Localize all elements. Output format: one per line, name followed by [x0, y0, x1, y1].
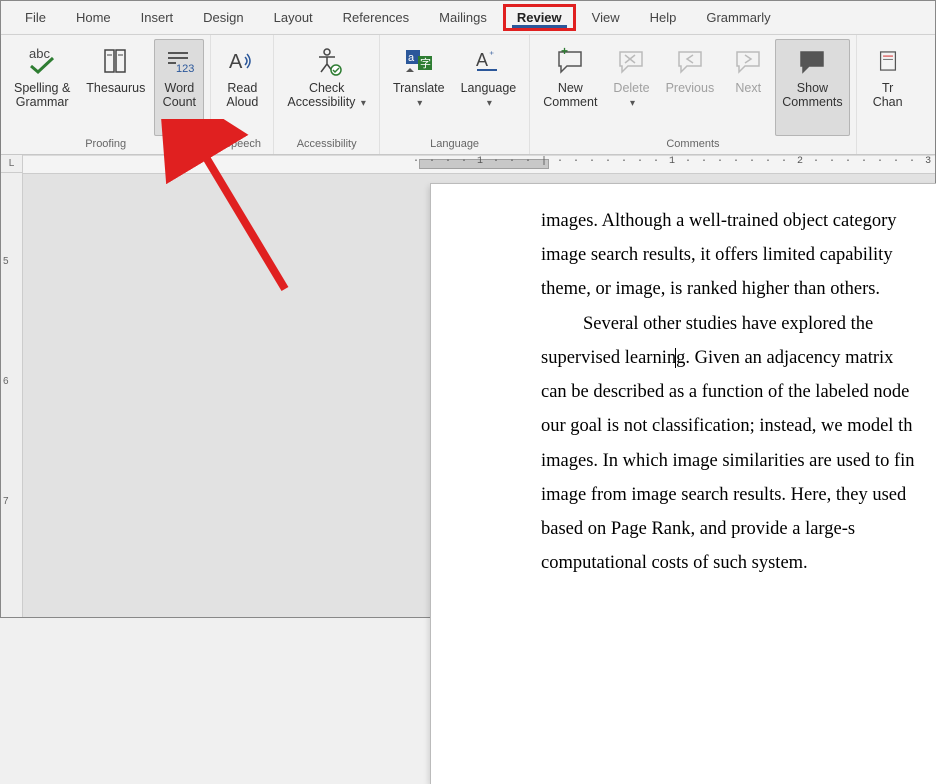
previous-comment-label: Previous: [666, 81, 715, 95]
svg-text:abc: abc: [29, 46, 50, 61]
read-aloud-label: Read Aloud: [226, 81, 258, 110]
tab-mailings[interactable]: Mailings: [425, 4, 501, 31]
vruler-tick-7: 7: [3, 496, 9, 507]
ruler-marks: · · · · 1 · · · | · · · · · · · 1 · · · …: [413, 156, 935, 167]
group-comments: + New Comment Delete▾: [530, 35, 856, 154]
vruler-tick-6: 6: [3, 376, 9, 387]
group-accessibility: Check Accessibility ▾ Accessibility: [274, 35, 380, 154]
horizontal-ruler: · · · · 1 · · · | · · · · · · · 1 · · · …: [23, 156, 935, 174]
svg-text:⁺: ⁺: [489, 50, 494, 61]
svg-text:字: 字: [420, 56, 431, 70]
word-count-icon: 123: [162, 44, 196, 78]
new-comment-icon: +: [553, 44, 587, 78]
previous-comment-button: Previous: [659, 39, 722, 136]
group-tracking-partial: Tr Chan: [857, 35, 919, 154]
next-comment-icon: [731, 44, 765, 78]
svg-text:A: A: [476, 50, 488, 70]
tab-file[interactable]: File: [11, 4, 60, 31]
ruler-corner: L: [1, 155, 23, 173]
group-language: a 字 Translate▾ A ⁺ Language▾: [380, 35, 530, 154]
group-proofing: abc Spelling & Grammar Thesaurus: [1, 35, 211, 154]
group-proofing-label: Proofing: [7, 136, 204, 152]
word-count-button[interactable]: 123 Word Count: [154, 39, 204, 136]
svg-text:123: 123: [176, 63, 194, 75]
thesaurus-label: Thesaurus: [86, 81, 145, 95]
vertical-ruler: 5 6 7: [1, 156, 23, 617]
chevron-down-icon: ▾: [487, 98, 492, 109]
language-label: Language▾: [461, 81, 517, 110]
tab-home[interactable]: Home: [62, 4, 125, 31]
new-comment-button[interactable]: + New Comment: [536, 39, 604, 136]
tab-insert[interactable]: Insert: [127, 4, 188, 31]
chevron-down-icon: ▾: [417, 98, 422, 109]
group-speech: A Read Aloud Speech: [211, 35, 274, 154]
tab-view[interactable]: View: [578, 4, 634, 31]
track-changes-button-partial[interactable]: Tr Chan: [863, 39, 913, 136]
svg-text:+: +: [561, 44, 568, 58]
new-comment-label: New Comment: [543, 81, 597, 110]
track-changes-icon: [871, 44, 905, 78]
thesaurus-icon: [99, 44, 133, 78]
tab-review[interactable]: Review: [503, 4, 576, 31]
read-aloud-icon: A: [225, 44, 259, 78]
show-comments-icon: [795, 44, 829, 78]
svg-text:a: a: [408, 52, 415, 64]
delete-comment-button: Delete▾: [606, 39, 656, 136]
spelling-icon: abc: [25, 44, 59, 78]
translate-icon: a 字: [402, 44, 436, 78]
tab-layout[interactable]: Layout: [260, 4, 327, 31]
translate-button[interactable]: a 字 Translate▾: [386, 39, 452, 136]
document-area: 5 6 7 · · · · 1 · · · | · · · · · · · 1 …: [1, 156, 935, 617]
check-accessibility-label: Check Accessibility ▾: [287, 81, 366, 110]
show-comments-button[interactable]: Show Comments: [775, 39, 849, 136]
spelling-label: Spelling & Grammar: [14, 81, 70, 110]
group-comments-label: Comments: [536, 136, 849, 152]
next-comment-button: Next: [723, 39, 773, 136]
tab-design[interactable]: Design: [189, 4, 257, 31]
tab-references[interactable]: References: [329, 4, 423, 31]
delete-comment-icon: [614, 44, 648, 78]
check-accessibility-button[interactable]: Check Accessibility ▾: [280, 39, 373, 136]
document-page[interactable]: images. Although a well-trained object c…: [431, 184, 936, 784]
thesaurus-button[interactable]: Thesaurus: [79, 39, 152, 136]
vruler-tick-5: 5: [3, 256, 9, 267]
ribbon: abc Spelling & Grammar Thesaurus: [1, 35, 935, 155]
translate-label: Translate▾: [393, 81, 445, 110]
doc-paragraph-1[interactable]: images. Although a well-trained object c…: [541, 204, 936, 307]
previous-comment-icon: [673, 44, 707, 78]
group-speech-label: Speech: [217, 136, 267, 152]
tab-grammarly[interactable]: Grammarly: [692, 4, 784, 31]
read-aloud-button[interactable]: A Read Aloud: [217, 39, 267, 136]
spelling-grammar-button[interactable]: abc Spelling & Grammar: [7, 39, 77, 136]
ribbon-tabs: File Home Insert Design Layout Reference…: [1, 1, 935, 35]
group-accessibility-label: Accessibility: [280, 136, 373, 152]
show-comments-label: Show Comments: [782, 81, 842, 110]
chevron-down-icon: ▾: [361, 98, 366, 109]
tab-help[interactable]: Help: [636, 4, 691, 31]
next-comment-label: Next: [735, 81, 761, 95]
group-language-label: Language: [386, 136, 523, 152]
doc-paragraph-2[interactable]: Several other studies have explored the …: [541, 307, 936, 581]
track-changes-label-partial: Tr Chan: [873, 81, 903, 110]
accessibility-icon: [310, 44, 344, 78]
chevron-down-icon: ▾: [630, 98, 635, 109]
language-button[interactable]: A ⁺ Language▾: [454, 39, 524, 136]
word-count-label: Word Count: [163, 81, 196, 110]
svg-text:A: A: [229, 51, 243, 73]
delete-comment-label: Delete▾: [613, 81, 649, 110]
language-icon: A ⁺: [471, 44, 505, 78]
